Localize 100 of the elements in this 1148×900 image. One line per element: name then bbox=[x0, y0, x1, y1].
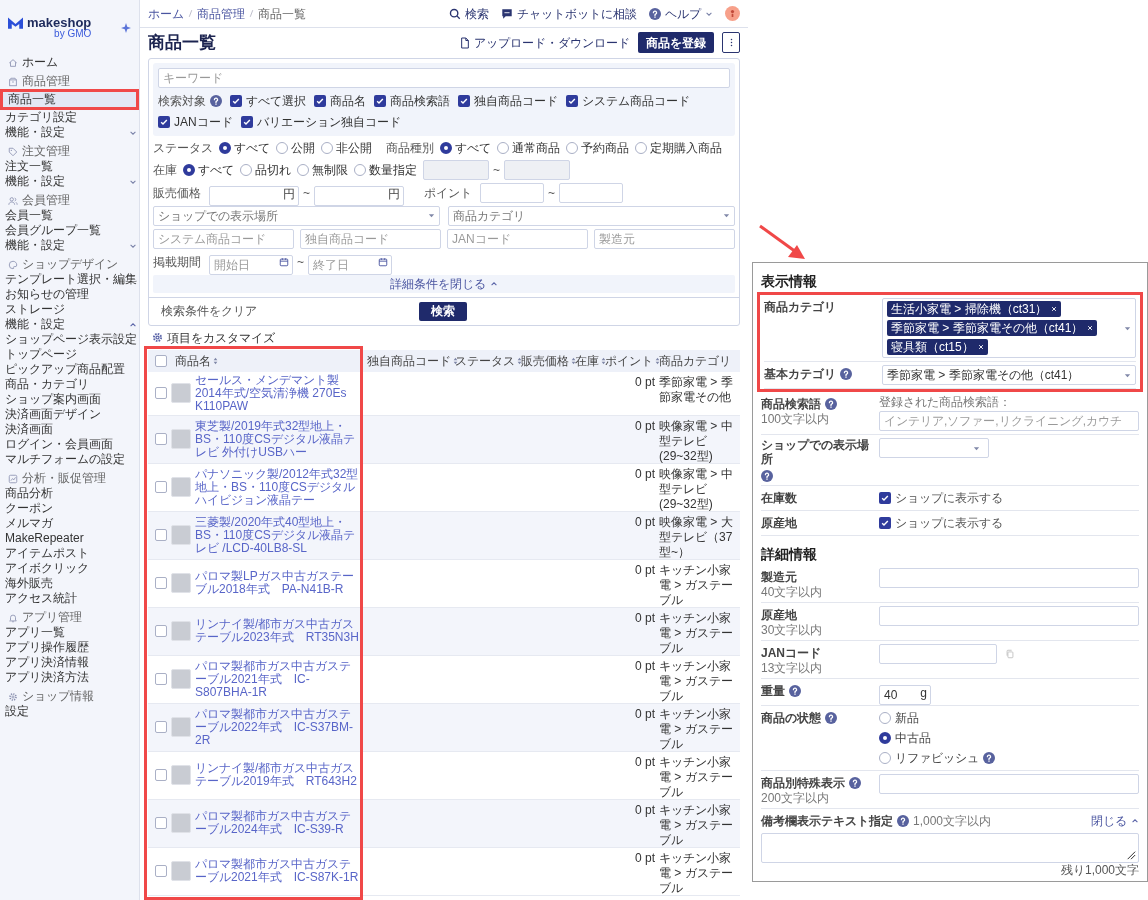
radio-button[interactable] bbox=[879, 712, 891, 724]
category-select[interactable]: 生活小家電 > 掃除機（ct31） 季節家電 > 季節家電その他（ct41） 寝具類（ct15） bbox=[882, 298, 1136, 358]
sidebar-item[interactable]: 機能・設定 bbox=[0, 174, 139, 189]
sidebar-item[interactable]: ホーム bbox=[22, 55, 58, 70]
checkbox[interactable] bbox=[155, 529, 167, 541]
sidebar-item[interactable]: ストレージ bbox=[0, 302, 139, 317]
sidebar-item[interactable]: 決済画面 bbox=[0, 422, 139, 437]
sidebar-item[interactable]: お知らせの管理 bbox=[0, 287, 139, 302]
help-menu-button[interactable]: ヘルプ bbox=[649, 4, 713, 23]
checkbox[interactable] bbox=[155, 721, 167, 733]
checkbox[interactable] bbox=[155, 865, 167, 877]
sidebar-item[interactable]: マルチフォームの設定 bbox=[0, 452, 139, 467]
radio-button[interactable] bbox=[497, 141, 509, 154]
checkbox[interactable] bbox=[566, 94, 578, 107]
checkbox[interactable] bbox=[458, 94, 470, 107]
select-field[interactable] bbox=[879, 438, 989, 458]
sidebar-item[interactable]: トップページ bbox=[0, 347, 139, 362]
input-field[interactable] bbox=[879, 774, 1139, 794]
sidebar-item[interactable]: 商品一覧 bbox=[3, 92, 136, 107]
product-name-link[interactable]: パロマ製LPガス中古ガステーブル2018年式 PA-N41B-R bbox=[195, 570, 361, 596]
sidebar-item[interactable]: 商品分析 bbox=[0, 486, 139, 501]
sidebar-item[interactable]: 会員グループ一覧 bbox=[0, 223, 139, 238]
radio-button[interactable] bbox=[321, 141, 333, 154]
sidebar-item[interactable]: ショップページ表示設定 bbox=[0, 332, 139, 347]
column-header[interactable]: 販売価格 bbox=[521, 351, 576, 370]
radio-button[interactable] bbox=[440, 141, 452, 154]
copy-icon[interactable] bbox=[1005, 649, 1015, 659]
checkbox[interactable] bbox=[374, 94, 386, 107]
select-field[interactable]: 季節家電 > 季節家電その他（ct41） bbox=[882, 365, 1136, 385]
close-icon[interactable] bbox=[1051, 306, 1058, 312]
sidebar-item[interactable]: ショップ案内画面 bbox=[0, 392, 139, 407]
input-field[interactable]: インテリア,ソファー,リクライニング,カウチ bbox=[879, 411, 1139, 431]
calendar-icon[interactable] bbox=[378, 256, 388, 267]
radio-button[interactable] bbox=[219, 141, 231, 154]
resize-handle-icon[interactable] bbox=[1126, 850, 1136, 860]
sidebar-item[interactable]: アイボクリック bbox=[0, 561, 139, 576]
sidebar-item[interactable]: 商品・カテゴリ bbox=[0, 377, 139, 392]
points-field[interactable] bbox=[559, 182, 624, 203]
checkbox[interactable] bbox=[158, 115, 170, 128]
clear-conditions-link[interactable]: 検索条件をクリア bbox=[161, 302, 257, 320]
column-header[interactable]: ポイント bbox=[605, 351, 660, 370]
register-button[interactable]: 商品を登録 bbox=[638, 32, 714, 54]
sidebar-item[interactable]: 機能・設定 bbox=[0, 317, 139, 332]
sidebar-item[interactable]: アプリ決済方法 bbox=[0, 670, 139, 685]
collapse-link[interactable]: 閉じる bbox=[1091, 812, 1139, 830]
checkbox[interactable] bbox=[155, 817, 167, 829]
product-name-link[interactable]: リンナイ製/都市ガス中古ガステーブル2023年式 RT35N3H bbox=[195, 618, 361, 644]
checkbox[interactable] bbox=[879, 492, 891, 504]
input-field[interactable] bbox=[879, 568, 1139, 588]
product-name-link[interactable]: パロマ製都市ガス中古ガステーブル2021年式 IC-S87K-1R bbox=[195, 858, 361, 884]
sidebar-item[interactable]: 海外販売 bbox=[0, 576, 139, 591]
checkbox[interactable] bbox=[155, 387, 167, 399]
sidebar-item[interactable]: クーポン bbox=[0, 501, 139, 516]
collapse-conditions-button[interactable]: 詳細条件を閉じる bbox=[153, 274, 735, 293]
radio-button[interactable] bbox=[354, 163, 366, 176]
product-name-link[interactable]: リンナイ製/都市ガス中古ガステーブル2019年式 RT643H2 bbox=[195, 762, 361, 788]
column-header[interactable]: 商品カテゴリ bbox=[659, 351, 731, 370]
sidebar-item[interactable]: 機能・設定 bbox=[0, 238, 139, 253]
checkbox[interactable] bbox=[155, 769, 167, 781]
breadcrumb-link[interactable]: 商品一覧 bbox=[258, 4, 306, 23]
product-name-link[interactable]: パロマ製都市ガス中古ガステーブル2024年式 IC-S39-R bbox=[195, 810, 361, 836]
sidebar-item[interactable]: メルマガ bbox=[0, 516, 139, 531]
price-field[interactable] bbox=[209, 185, 299, 206]
upload-download-link[interactable]: アップロード・ダウンロード bbox=[460, 33, 630, 52]
sidebar-item[interactable]: アプリ一覧 bbox=[0, 625, 139, 640]
sidebar-item[interactable]: アプリ決済情報 bbox=[0, 655, 139, 670]
checkbox[interactable] bbox=[155, 673, 167, 685]
date-field[interactable]: 終了日 bbox=[308, 254, 392, 275]
product-name-link[interactable]: パロマ製都市ガス中古ガステーブル2022年式 IC-S37BM-2R bbox=[195, 707, 361, 747]
radio-button[interactable] bbox=[879, 732, 891, 744]
radio-button[interactable] bbox=[183, 163, 195, 176]
product-name-link[interactable]: パロマ製都市ガス中古ガステーブル2021年式 IC-S807BHA-1R bbox=[195, 659, 361, 699]
product-name-link[interactable]: 三菱製/2020年式40型地上・BS・110度CSデジタル液晶テレビ /LCD-40LB8-SL bbox=[195, 515, 361, 555]
column-header[interactable]: ステータス bbox=[455, 351, 522, 370]
select-field[interactable]: ショップでの表示場所 bbox=[153, 205, 440, 226]
pin-icon[interactable] bbox=[121, 22, 131, 33]
chatbot-button[interactable]: チャットボットに相談 bbox=[501, 4, 637, 23]
sidebar-item[interactable]: 設定 bbox=[0, 704, 139, 719]
radio-button[interactable] bbox=[879, 752, 891, 764]
sidebar-item[interactable]: カテゴリ設定 bbox=[0, 110, 139, 125]
avatar-icon[interactable] bbox=[725, 6, 740, 21]
radio-button[interactable] bbox=[297, 163, 309, 176]
points-field[interactable] bbox=[480, 182, 544, 203]
sidebar-item[interactable]: アプリ操作履歴 bbox=[0, 640, 139, 655]
product-name-link[interactable]: セールス・メンデマント製 2014年式/空気清浄機 270Es K110PAW bbox=[195, 373, 361, 413]
sidebar-item[interactable]: 決済画面デザイン bbox=[0, 407, 139, 422]
product-name-link[interactable]: パナソニック製/2012年式32型地上・BS・110度CSデジタルハイビジョン液晶テー bbox=[195, 467, 361, 507]
close-icon[interactable] bbox=[977, 344, 984, 350]
search-button[interactable]: 検索 bbox=[449, 4, 489, 23]
input-field[interactable]: 独自商品コード bbox=[300, 228, 441, 249]
checkbox[interactable] bbox=[879, 517, 891, 529]
keyword-field[interactable]: キーワード bbox=[158, 67, 730, 88]
checkbox[interactable] bbox=[314, 94, 326, 107]
column-header[interactable]: 在庫 bbox=[575, 351, 606, 370]
input-field[interactable] bbox=[879, 644, 997, 664]
close-icon[interactable] bbox=[1087, 325, 1094, 331]
sidebar-item[interactable]: アイテムポスト bbox=[0, 546, 139, 561]
checkbox[interactable] bbox=[155, 625, 167, 637]
input-field[interactable]: 製造元 bbox=[594, 228, 735, 249]
product-name-link[interactable]: 東芝製/2019年式32型地上・BS・110度CSデジタル液晶テレビ 外付けUSBハー bbox=[195, 419, 361, 459]
